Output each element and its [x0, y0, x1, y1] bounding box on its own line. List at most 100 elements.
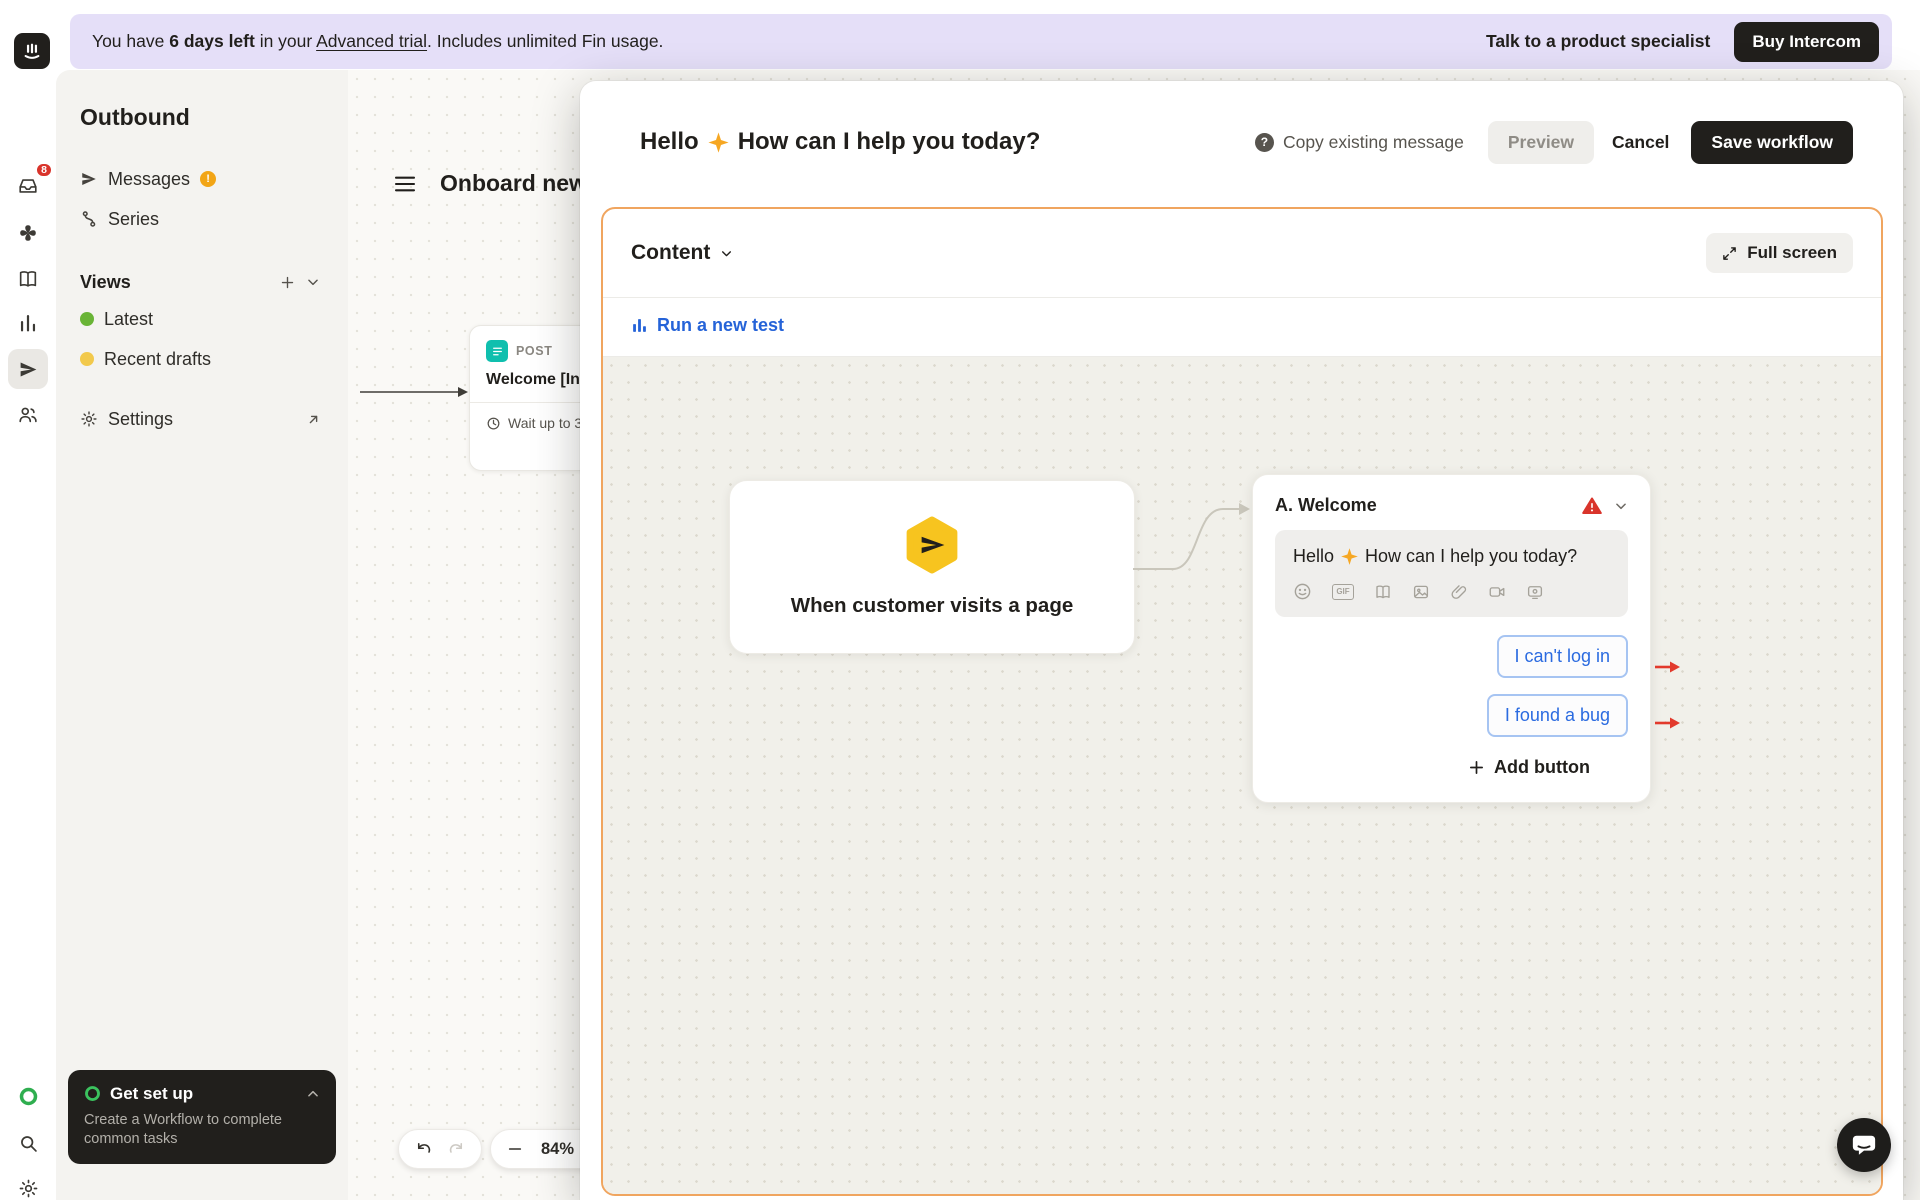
banner-days-left: 6 days left [169, 31, 255, 51]
reply-button-found-a-bug[interactable]: I found a bug [1486, 694, 1628, 737]
add-view-button[interactable] [274, 269, 300, 295]
message-bubble[interactable]: Hello How can I help you today? [1275, 530, 1628, 617]
collapse-views-button[interactable] [300, 269, 326, 295]
attachment-icon[interactable] [1450, 583, 1468, 601]
chevron-down-icon [722, 250, 732, 256]
recent-drafts-view-icon [80, 352, 94, 366]
workflow-header: Onboard new [394, 170, 587, 197]
warning-icon [1582, 497, 1602, 514]
settings-label: Settings [108, 408, 174, 429]
onboarding-progress-icon[interactable] [8, 1076, 48, 1116]
outbound-send-icon[interactable] [8, 349, 48, 389]
preview-button[interactable]: Preview [1487, 120, 1595, 164]
open-settings-external-button[interactable] [300, 406, 326, 432]
fin-ai-icon[interactable] [8, 213, 48, 253]
gear-icon [81, 411, 97, 427]
buy-intercom-button[interactable]: Buy Intercom [1734, 21, 1879, 62]
full-screen-label: Full screen [1747, 243, 1837, 262]
trial-banner: You have 6 days left in your Advanced tr… [70, 14, 1892, 69]
latest-label: Latest [104, 308, 154, 329]
sidebar-item-series[interactable]: Series [80, 199, 326, 239]
zoom-level: 84% [541, 1139, 575, 1158]
message-node[interactable]: A. Welcome Hello How can I help you toda… [1252, 474, 1651, 803]
copy-existing-message-label: Copy existing message [1282, 131, 1464, 152]
knowledge-book-icon[interactable] [8, 259, 48, 299]
banner-prefix: You have [92, 31, 170, 51]
plus-icon [1470, 760, 1484, 775]
inbox-icon[interactable]: 8 [8, 162, 53, 206]
series-label: Series [108, 208, 160, 229]
message-title: Hello How can I help you today? [640, 128, 1040, 156]
cancel-button[interactable]: Cancel [1612, 132, 1669, 153]
star-emoji-icon [1341, 548, 1358, 565]
messages-warning-badge [200, 171, 217, 187]
sidebar-item-settings[interactable]: Settings [80, 399, 326, 439]
messages-label: Messages [108, 168, 191, 189]
inbox-badge: 8 [35, 162, 53, 178]
emoji-icon[interactable] [1293, 582, 1312, 601]
undo-icon[interactable] [415, 1140, 433, 1158]
image-icon[interactable] [1412, 583, 1430, 601]
sidebar-item-messages[interactable]: Messages [80, 159, 326, 199]
chevron-up-icon[interactable] [306, 1087, 320, 1101]
branch-arrow-2 [1655, 717, 1680, 729]
views-label: Views [80, 271, 131, 292]
content-panel-header: Content Full screen [603, 209, 1881, 297]
sidebar-view-recent-drafts[interactable]: Recent drafts [80, 339, 326, 379]
node-wait-label: Wait up to 30 [508, 415, 590, 431]
article-icon[interactable] [1374, 583, 1392, 601]
message-title-suffix: How can I help you today? [737, 128, 1041, 155]
zoom-out-icon[interactable] [507, 1141, 523, 1157]
get-set-up-card[interactable]: Get set up Create a Workflow to complete… [68, 1069, 336, 1164]
copy-existing-message-link[interactable]: Copy existing message [1254, 131, 1464, 153]
run-new-test-link[interactable]: Run a new test [631, 315, 784, 336]
history-controls [398, 1129, 482, 1169]
nav-rail: 8 [0, 70, 56, 1200]
message-flow-canvas: When customer visits a page A. Welcome H… [603, 357, 1881, 1194]
gif-icon[interactable] [1332, 583, 1354, 600]
branch-arrow-1 [1655, 661, 1680, 673]
intercom-logo[interactable] [14, 33, 50, 69]
trigger-node[interactable]: When customer visits a page [729, 480, 1135, 654]
contacts-people-icon[interactable] [8, 395, 48, 435]
add-button-action[interactable]: Add button [1275, 757, 1590, 778]
reports-chart-icon[interactable] [8, 303, 48, 343]
chevron-down-icon [308, 279, 318, 286]
post-message-icon [486, 340, 508, 362]
intercom-logo-icon [24, 43, 40, 59]
message-text-suffix: How can I help you today? [1365, 546, 1578, 566]
outbound-sidebar: Outbound Messages Series Views L [56, 70, 348, 1200]
star-emoji-icon [708, 131, 729, 153]
help-icon [1254, 132, 1274, 152]
content-header-label: Content [631, 241, 711, 264]
gear-icon[interactable] [8, 1168, 48, 1200]
app-root: You have 6 days left in your Advanced tr… [0, 0, 1920, 1200]
reply-buttons: I can't log in I found a bug [1275, 635, 1628, 737]
node-connector-line [1133, 503, 1250, 570]
chevron-down-icon[interactable] [1614, 499, 1628, 513]
screen-recording-icon[interactable] [1526, 583, 1544, 601]
views-header: Views [80, 265, 326, 299]
trial-banner-text: You have 6 days left in your Advanced tr… [92, 31, 663, 52]
content-section-toggle[interactable]: Content [631, 241, 733, 265]
save-workflow-button[interactable]: Save workflow [1691, 120, 1853, 164]
content-panel: Content Full screen Run a new test When … [601, 207, 1883, 1196]
redo-icon[interactable] [447, 1140, 465, 1158]
search-icon[interactable] [8, 1123, 48, 1163]
series-icon [82, 211, 96, 227]
video-icon[interactable] [1488, 583, 1506, 601]
messenger-launcher[interactable] [1837, 1118, 1891, 1172]
get-set-up-description: Create a Workflow to complete common tas… [84, 1111, 282, 1148]
full-screen-button[interactable]: Full screen [1706, 233, 1853, 273]
message-editor-modal: Hello How can I help you today? Copy exi… [580, 81, 1903, 1200]
advanced-trial-link[interactable]: Advanced trial [316, 31, 427, 51]
recent-drafts-label: Recent drafts [104, 348, 212, 369]
reply-button-cant-log-in[interactable]: I can't log in [1496, 635, 1628, 678]
message-text-prefix: Hello [1293, 546, 1335, 566]
menu-icon[interactable] [394, 175, 416, 193]
plus-icon [281, 276, 293, 288]
composer-toolbar [1293, 582, 1610, 601]
sidebar-view-latest[interactable]: Latest [80, 299, 326, 339]
talk-to-specialist-link[interactable]: Talk to a product specialist [1486, 31, 1710, 52]
chat-bubble-icon [1852, 1135, 1876, 1155]
